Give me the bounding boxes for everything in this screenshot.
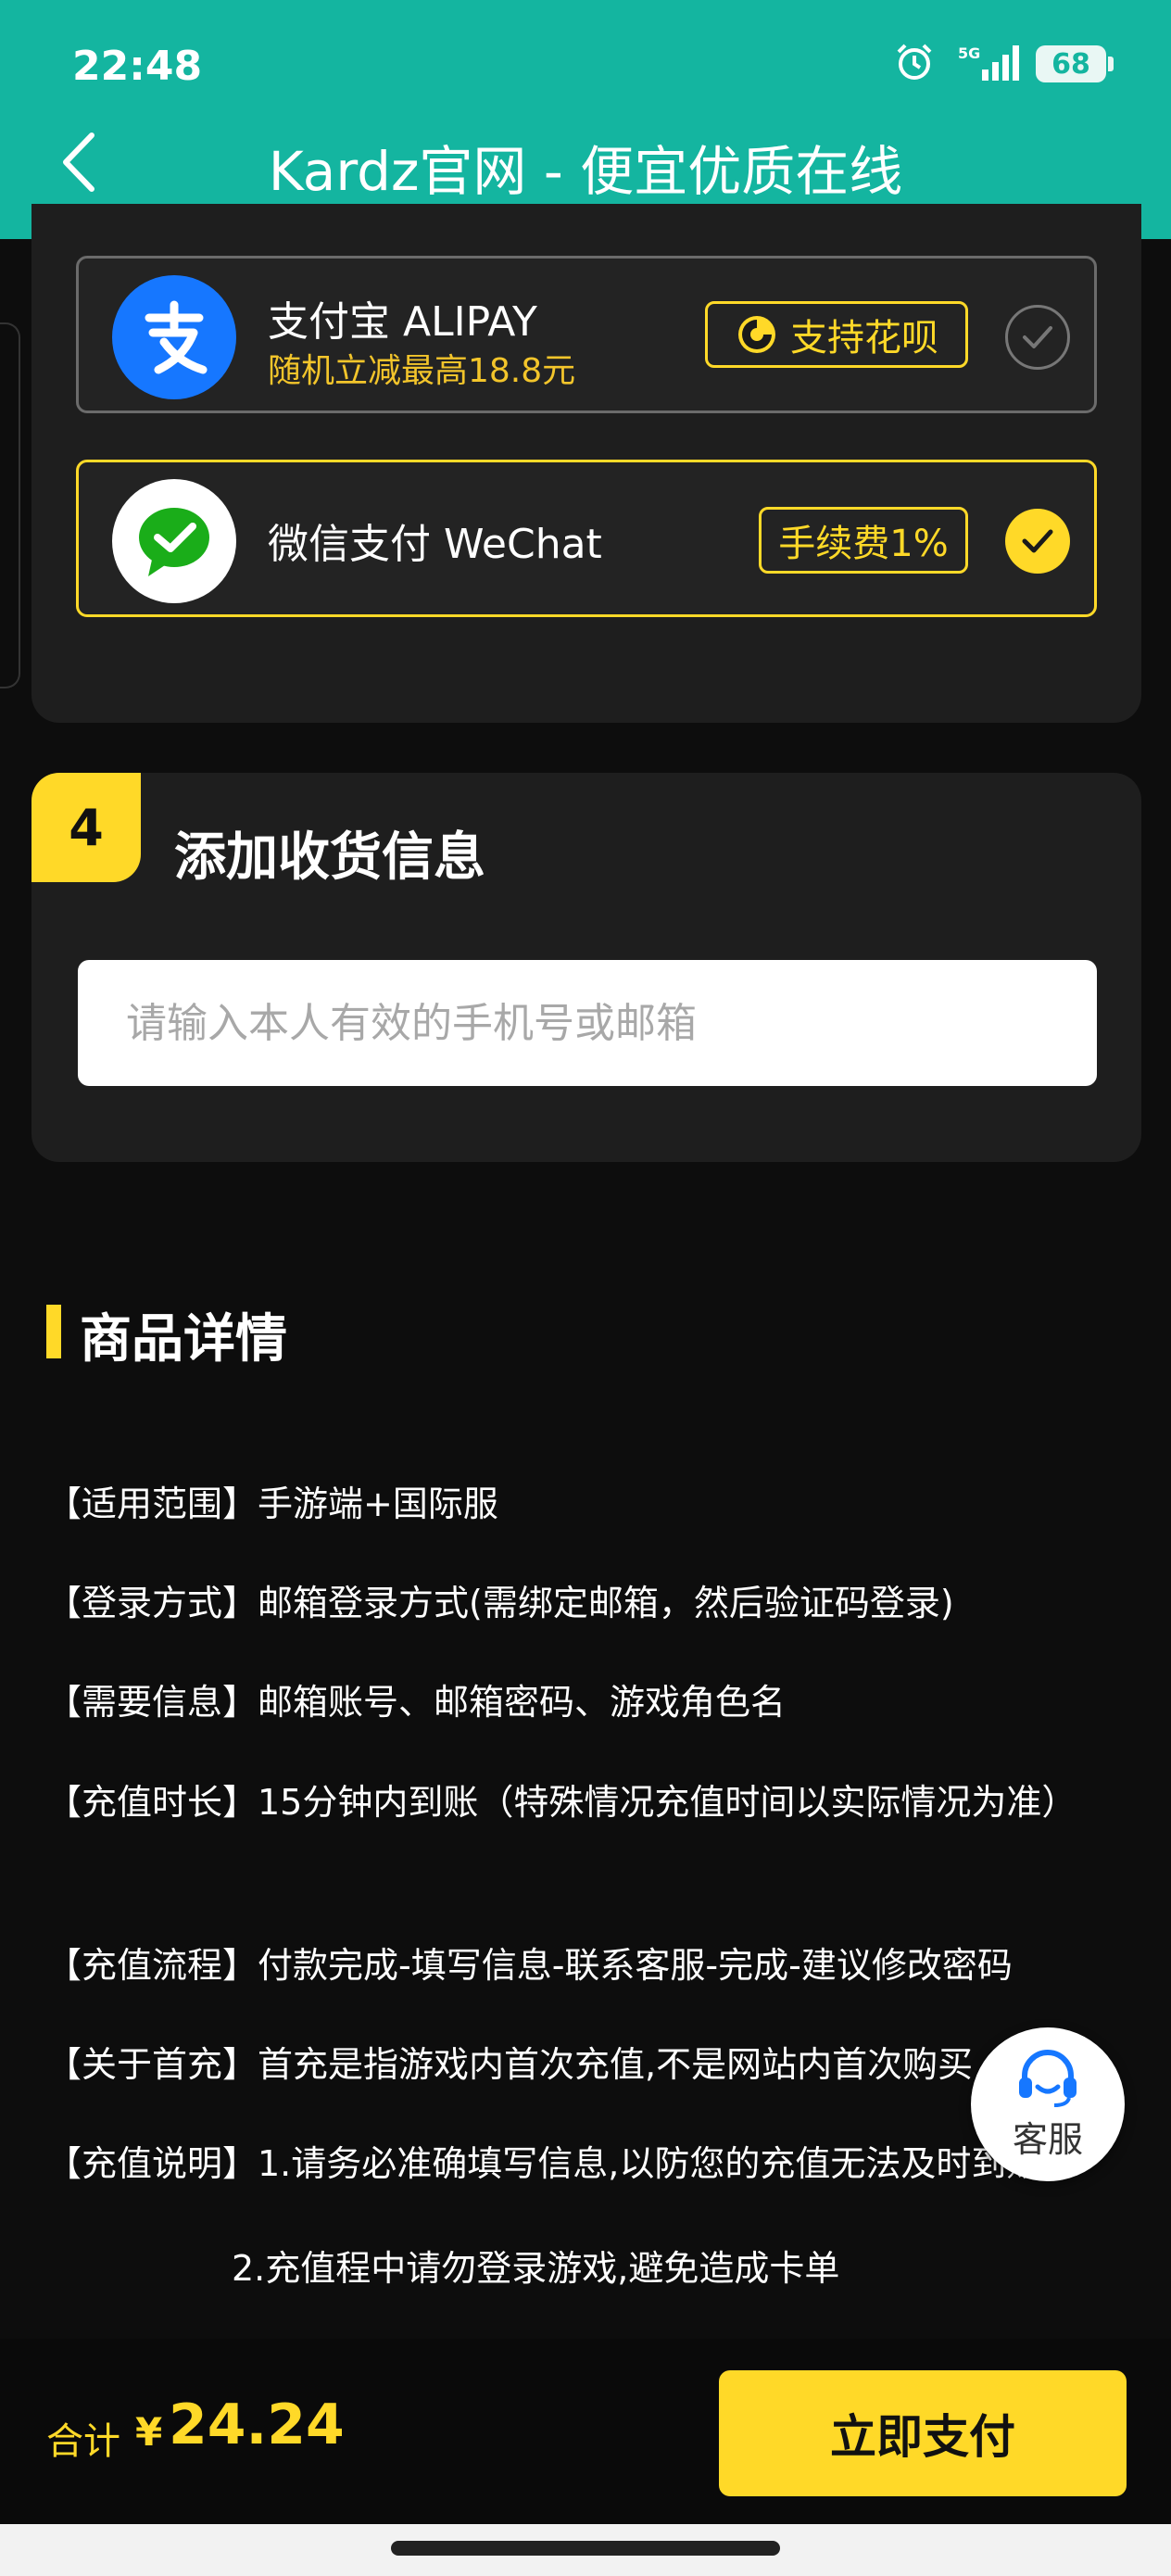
detail-line-duration: 【充值时长】15分钟内到账（特殊情况充值时间以实际情况为准） [46, 1782, 1077, 1823]
check-icon [1022, 529, 1053, 553]
detail-line-scope: 【适用范围】手游端+国际服 [46, 1484, 498, 1524]
fee-tag: 手续费1% [759, 507, 968, 574]
check-icon [1023, 326, 1052, 348]
pay-now-button[interactable]: 立即支付 [719, 2370, 1127, 2496]
payment-option-wechat[interactable]: 微信支付 WeChat 手续费1% [76, 460, 1097, 617]
signal-icon: 5G [949, 42, 1023, 86]
detail-line-login: 【登录方式】邮箱登录方式(需绑定邮箱，然后验证码登录) [46, 1583, 954, 1623]
network-label: 5G [958, 44, 980, 62]
alipay-logo-icon [112, 275, 236, 399]
contact-input[interactable] [78, 960, 1097, 1086]
shipping-title: 添加收货信息 [174, 827, 485, 888]
huabei-label: 支持花呗 [790, 317, 938, 360]
status-time: 22:48 [72, 43, 203, 90]
alipay-name: 支付宝 ALIPAY [268, 298, 537, 346]
detail-line-instructions: 【充值说明】1.请务必准确填写信息,以防您的充值无法及时到账 [46, 2143, 1042, 2184]
headset-icon [1019, 2049, 1077, 2107]
detail-line-process: 【充值流程】付款完成-填写信息-联系客服-完成-建议修改密码 [46, 1945, 1013, 1986]
section-accent-bar [46, 1305, 61, 1358]
home-indicator[interactable] [391, 2541, 780, 2556]
total-label: 合计 [46, 2420, 120, 2463]
currency-symbol: ¥ [135, 2409, 163, 2455]
alipay-radio[interactable] [1005, 305, 1070, 370]
detail-line-instructions-2: 2.充值程中请勿登录游戏,避免造成卡单 [232, 2248, 840, 2289]
customer-service-button[interactable]: 客服 [971, 2027, 1125, 2181]
wechat-logo-icon [112, 479, 236, 603]
huabei-icon [738, 316, 775, 353]
alipay-promo: 随机立减最高18.8元 [268, 352, 576, 390]
details-title: 商品详情 [80, 1309, 287, 1370]
payment-option-alipay[interactable]: 支付宝 ALIPAY 随机立减最高18.8元 支持花呗 [76, 256, 1097, 413]
status-icons: 5G 68 [893, 41, 1114, 87]
wechat-radio[interactable] [1005, 509, 1070, 574]
customer-service-label: 客服 [1012, 2118, 1083, 2160]
battery-icon: 68 [1036, 45, 1114, 82]
huabei-tag: 支持花呗 [705, 301, 968, 368]
alarm-icon [893, 41, 936, 87]
side-edge [0, 322, 20, 688]
step-number-badge: 4 [31, 773, 141, 882]
wechat-name: 微信支付 WeChat [268, 521, 602, 568]
page-title: Kardz官网 - 便宜优质在线 [268, 140, 903, 203]
total-amount: 24.24 [169, 2393, 345, 2457]
detail-line-first-recharge: 【关于首充】首充是指游戏内首次充值,不是网站内首次购买 [46, 2044, 974, 2085]
detail-line-required-info: 【需要信息】邮箱账号、邮箱密码、游戏角色名 [46, 1682, 787, 1723]
